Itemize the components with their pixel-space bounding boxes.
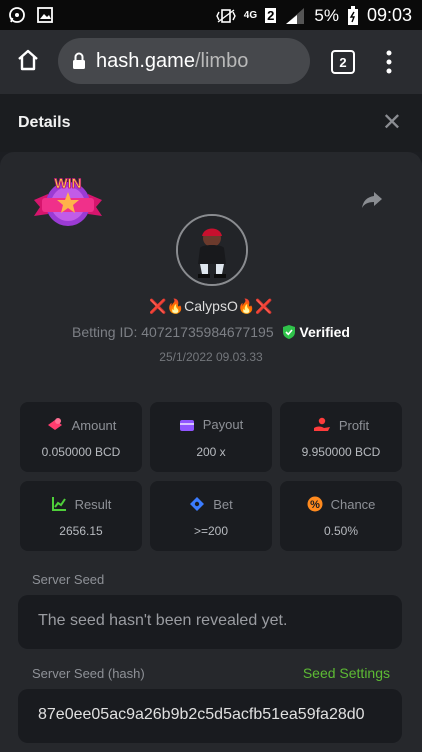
stat-amount: Amount 0.050000 BCD	[20, 402, 142, 472]
player-name: ❌🔥CalypsO🔥❌	[149, 298, 273, 314]
bet-datetime: 25/1/2022 09.03.33	[159, 350, 263, 364]
svg-text:%: %	[310, 499, 320, 511]
details-header: Details ✕	[0, 94, 422, 152]
avatar	[176, 214, 248, 286]
tab-switcher-button[interactable]: 2	[331, 50, 355, 74]
close-icon[interactable]: ✕	[382, 108, 402, 137]
stat-profit: Profit 9.950000 BCD	[280, 402, 402, 472]
server-seed-hash-label: Server Seed (hash)	[32, 666, 145, 681]
stat-value: 200 x	[196, 445, 226, 459]
status-bar: 4G 2 5% 09:03	[0, 0, 422, 30]
stat-result: Result 2656.15	[20, 481, 142, 551]
server-seed-hash-value: 87e0ee05ac9a26b9b2c5d5acfb51ea59fa28d0	[38, 706, 365, 723]
clock: 09:03	[366, 5, 412, 25]
stat-label: Amount	[71, 417, 117, 433]
hand-coin-icon	[313, 417, 330, 431]
stat-value: 0.050000 BCD	[41, 445, 121, 459]
stat-chance: % Chance 0.50%	[280, 481, 402, 551]
betting-id-label: Betting ID:	[71, 324, 138, 340]
server-seed-field: The seed hasn't been revealed yet.	[18, 595, 402, 649]
stat-label: Profit	[338, 417, 370, 433]
stat-payout: Payout 200 x	[150, 402, 272, 472]
stat-label: Result	[74, 496, 112, 512]
stat-bet: Bet >=200	[150, 481, 272, 551]
server-seed-value: The seed hasn't been revealed yet.	[38, 612, 288, 629]
url-path: /limbo	[194, 49, 249, 72]
seed-settings-link[interactable]: Seed Settings	[303, 665, 390, 681]
home-icon[interactable]	[16, 48, 40, 72]
browser-toolbar: hash.game/limbo 2	[0, 30, 422, 94]
verified-shield-icon	[282, 325, 295, 339]
status-bar-notifications	[8, 6, 54, 24]
details-title: Details	[18, 114, 71, 131]
server-seed-label: Server Seed	[32, 572, 105, 587]
gallery-icon	[37, 7, 53, 23]
betting-id-row: Betting ID: 40721735984677195 Verified	[0, 324, 422, 340]
verified-label: Verified	[299, 324, 350, 340]
address-bar[interactable]: hash.game/limbo	[58, 38, 310, 84]
signal-icon	[286, 7, 305, 24]
battery-icon	[347, 5, 358, 25]
stat-value: >=200	[193, 524, 229, 538]
chart-icon	[51, 497, 66, 511]
stat-label: Bet	[213, 496, 233, 512]
network-type-label: 4G	[243, 10, 258, 21]
whatsapp-icon	[9, 7, 25, 23]
stat-label: Payout	[202, 417, 244, 432]
win-badge: WIN	[34, 175, 102, 226]
betting-id-value: 40721735984677195	[141, 324, 274, 340]
user-photo	[178, 216, 246, 284]
stat-value: 2656.15	[59, 524, 103, 538]
stat-value: 9.950000 BCD	[301, 445, 381, 459]
status-bar-system: 4G 2 5% 09:03	[216, 5, 412, 26]
lock-icon	[73, 52, 85, 69]
share-icon[interactable]	[360, 190, 384, 210]
stat-value: 0.50%	[323, 524, 359, 538]
battery-label: 5%	[314, 5, 339, 25]
vibrate-icon	[216, 8, 236, 23]
percent-icon: %	[307, 496, 323, 512]
coins-icon	[47, 418, 62, 430]
more-menu-icon[interactable]	[384, 50, 394, 74]
server-seed-hash-field[interactable]: 87e0ee05ac9a26b9b2c5d5acfb51ea59fa28d0	[18, 689, 402, 743]
url-host: hash.game	[96, 49, 195, 72]
sim-indicator: 2	[265, 8, 277, 23]
wallet-icon	[179, 419, 194, 431]
stat-label: Chance	[330, 496, 376, 512]
ticket-icon	[190, 497, 205, 511]
win-badge-text: WIN	[54, 175, 81, 191]
